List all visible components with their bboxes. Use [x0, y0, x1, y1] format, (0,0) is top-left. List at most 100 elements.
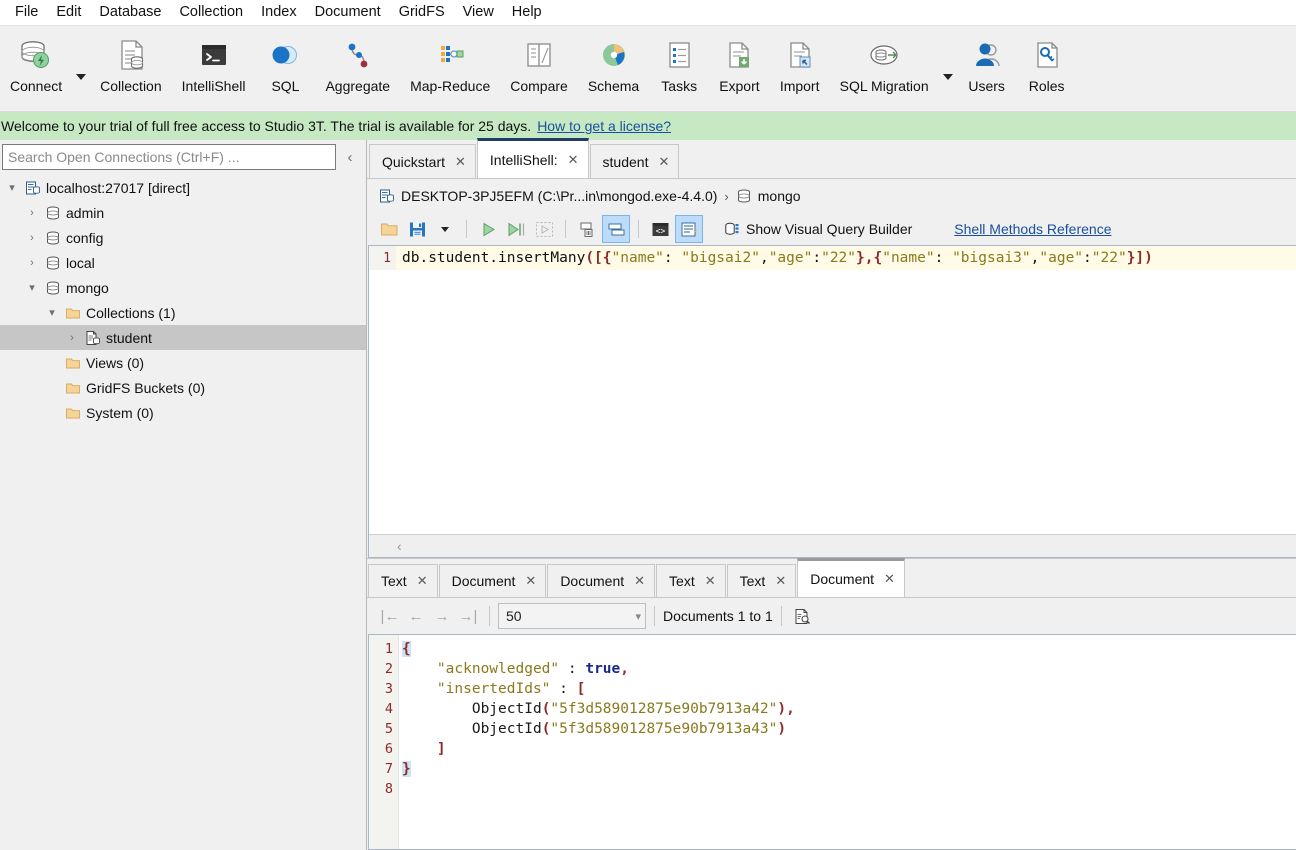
toolbar-collection-button[interactable]: Collection [90, 26, 171, 94]
chevron-left-icon[interactable]: ‹ [397, 538, 402, 554]
tab-quickstart[interactable]: Quickstart ✕ [369, 144, 476, 178]
tree-item-collections[interactable]: ▾ Collections (1) [0, 300, 366, 325]
menu-edit[interactable]: Edit [47, 0, 90, 25]
database-icon [736, 188, 752, 204]
tree-item-local[interactable]: › local [0, 250, 366, 275]
menu-database[interactable]: Database [90, 0, 170, 25]
execute-selection-button[interactable] [531, 216, 557, 242]
breadcrumb-host[interactable]: DESKTOP-3PJ5EFM (C:\Pr...in\mongod.exe-4… [401, 188, 717, 204]
format-lines-icon [680, 220, 699, 239]
first-page-button[interactable]: |← [377, 604, 403, 628]
toolbar-intellishell-button[interactable]: IntelliShell [172, 26, 256, 94]
sql-migration-dropdown-caret-icon[interactable] [943, 74, 953, 80]
close-icon[interactable]: ✕ [525, 573, 536, 589]
tab-student[interactable]: student ✕ [590, 144, 680, 178]
page-size-select[interactable]: 50 ▾ [498, 603, 646, 629]
close-icon[interactable]: ✕ [705, 573, 716, 589]
toolbar-import-button[interactable]: Import [770, 26, 830, 94]
result-tab-text-3[interactable]: Text ✕ [727, 564, 797, 597]
editor-empty-area[interactable] [369, 270, 1296, 534]
open-file-button[interactable] [376, 216, 402, 242]
last-page-button[interactable]: →| [455, 604, 481, 628]
chevron-left-icon[interactable]: ‹ [336, 149, 364, 166]
breadcrumb-database[interactable]: mongo [758, 188, 801, 204]
toolbar-mapreduce-button[interactable]: Map-Reduce [400, 26, 500, 94]
twisty-collapsed-icon[interactable]: › [22, 257, 42, 269]
save-file-button[interactable] [404, 216, 430, 242]
result-tab-document-2[interactable]: Document ✕ [547, 564, 655, 597]
tree-item-mongo[interactable]: ▾ mongo [0, 275, 366, 300]
twisty-expanded-icon[interactable]: ▾ [42, 306, 62, 319]
code-editor[interactable]: 1 db.student.insertMany([{"name": "bigsa… [368, 245, 1296, 558]
menu-file[interactable]: File [6, 0, 47, 25]
results-output[interactable]: 1 2 3 4 5 6 7 8 { "acknowledged" : true,… [368, 634, 1296, 850]
tree-item-config[interactable]: › config [0, 225, 366, 250]
menu-index[interactable]: Index [252, 0, 305, 25]
chevron-down-icon[interactable]: ▾ [635, 610, 641, 623]
tree-label: System (0) [84, 405, 154, 421]
close-icon[interactable]: ✕ [417, 573, 428, 589]
code-text[interactable]: db.student.insertMany([{"name": "bigsai2… [396, 250, 1153, 266]
twisty-collapsed-icon[interactable]: › [22, 207, 42, 219]
close-icon[interactable]: ✕ [658, 154, 669, 170]
toolbar-compare-button[interactable]: Compare [500, 26, 578, 94]
code-line[interactable]: 1 db.student.insertMany([{"name": "bigsa… [369, 246, 1296, 270]
get-license-link[interactable]: How to get a license? [537, 118, 671, 134]
twisty-expanded-icon[interactable]: ▾ [22, 281, 42, 294]
close-icon[interactable]: ✕ [775, 573, 786, 589]
close-icon[interactable]: ✕ [455, 154, 466, 170]
tree-item-student[interactable]: › student [0, 325, 366, 350]
toolbar-sql-button[interactable]: SQL [255, 26, 315, 94]
divider [565, 220, 566, 238]
toggle-code-view-button[interactable]: <> [647, 216, 673, 242]
tree-item-admin[interactable]: › admin [0, 200, 366, 225]
format-query-button[interactable] [675, 215, 703, 243]
twisty-collapsed-icon[interactable]: › [22, 232, 42, 244]
menu-view[interactable]: View [454, 0, 503, 25]
play-to-line-icon [506, 220, 527, 239]
menu-gridfs[interactable]: GridFS [390, 0, 454, 25]
tree-item-localhost[interactable]: ▾ localhost:27017 [direct] [0, 175, 366, 200]
shell-methods-reference-link[interactable]: Shell Methods Reference [954, 221, 1111, 237]
close-icon[interactable]: ✕ [884, 571, 895, 587]
results-json-text[interactable]: { "acknowledged" : true, "insertedIds" :… [399, 635, 1296, 849]
save-dropdown-caret-icon[interactable] [432, 216, 458, 242]
close-icon[interactable]: ✕ [634, 573, 645, 589]
trial-banner: Welcome to your trial of full free acces… [0, 112, 1296, 140]
next-page-button[interactable]: → [429, 604, 455, 628]
editor-horizontal-scrollbar[interactable]: ‹ [369, 534, 1296, 557]
tab-intellishell[interactable]: IntelliShell: ✕ [477, 138, 589, 178]
close-icon[interactable]: ✕ [568, 152, 579, 168]
twisty-collapsed-icon[interactable]: › [62, 332, 82, 344]
tree-item-system[interactable]: System (0) [0, 400, 366, 425]
search-connections-input[interactable]: Search Open Connections (Ctrl+F) ... [2, 144, 336, 170]
tab-label: student [603, 154, 649, 170]
toolbar-export-button[interactable]: Export [709, 26, 769, 94]
clear-results-button[interactable] [574, 216, 600, 242]
result-tab-text-1[interactable]: Text ✕ [368, 564, 438, 597]
toolbar-roles-button[interactable]: Roles [1017, 26, 1077, 94]
menu-document[interactable]: Document [306, 0, 390, 25]
execute-button[interactable] [475, 216, 501, 242]
twisty-expanded-icon[interactable]: ▾ [2, 181, 22, 194]
result-tab-text-2[interactable]: Text ✕ [656, 564, 726, 597]
tree-item-views[interactable]: Views (0) [0, 350, 366, 375]
toolbar-schema-button[interactable]: Schema [578, 26, 649, 94]
menu-help[interactable]: Help [503, 0, 551, 25]
document-search-icon[interactable] [790, 604, 816, 628]
toolbar-tasks-button[interactable]: Tasks [649, 26, 709, 94]
execute-current-button[interactable] [503, 216, 529, 242]
show-visual-query-builder-button[interactable]: Show Visual Query Builder [718, 221, 912, 237]
connect-dropdown-caret-icon[interactable] [76, 74, 86, 80]
toolbar-aggregate-label: Aggregate [325, 78, 390, 94]
tree-item-gridfs-buckets[interactable]: GridFS Buckets (0) [0, 375, 366, 400]
previous-page-button[interactable]: ← [403, 604, 429, 628]
toggle-split-view-button[interactable] [602, 215, 630, 243]
toolbar-aggregate-button[interactable]: Aggregate [315, 26, 400, 94]
toolbar-connect-button[interactable]: Connect [0, 26, 72, 94]
menu-collection[interactable]: Collection [170, 0, 252, 25]
toolbar-users-button[interactable]: Users [957, 26, 1017, 94]
result-tab-document-1[interactable]: Document ✕ [439, 564, 547, 597]
result-tab-document-3[interactable]: Document ✕ [797, 558, 905, 597]
toolbar-sql-migration-button[interactable]: SQL Migration [830, 26, 939, 94]
